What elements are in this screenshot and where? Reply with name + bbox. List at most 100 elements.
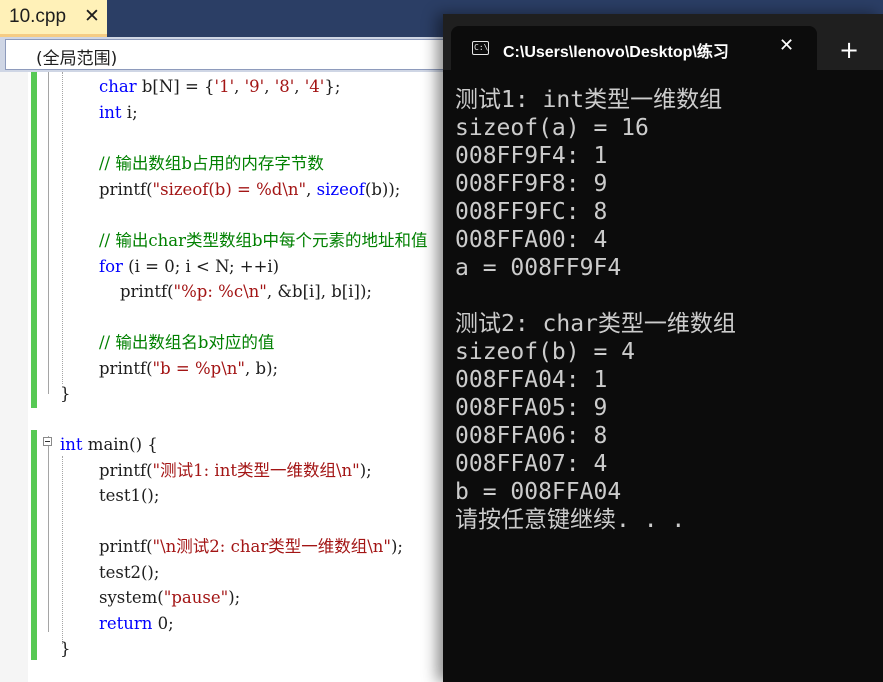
- code-line: test2();: [99, 560, 159, 585]
- terminal-line: 008FFA04: 1: [455, 367, 608, 393]
- code-token: int: [99, 103, 122, 122]
- code-token: "b = %p\n": [152, 359, 246, 378]
- code-token: printf(: [99, 180, 153, 199]
- terminal-line: 008FF9F8: 9: [455, 171, 608, 197]
- code-token: char: [99, 77, 137, 96]
- code-token: test2();: [99, 563, 160, 582]
- code-line: int i;: [99, 100, 138, 125]
- code-token: ,: [234, 77, 245, 96]
- change-bar: [31, 72, 37, 408]
- code-token: 0;: [152, 614, 174, 633]
- terminal-line: 008FF9F4: 1: [455, 143, 608, 169]
- scope-dropdown-value: (全局范围): [36, 49, 118, 69]
- code-token: , &b[i], b[i]);: [266, 282, 372, 301]
- code-line: int main() {: [60, 432, 158, 457]
- code-token: "sizeof(b) = %d\n": [152, 180, 307, 199]
- code-token: "测试1: int类型一维数组\n": [152, 461, 360, 480]
- terminal-line: b = 008FFA04: [455, 479, 622, 505]
- code-line: test1();: [99, 483, 159, 508]
- code-token: "pause": [163, 588, 229, 607]
- code-token: );: [390, 537, 403, 556]
- fold-line: [48, 72, 49, 394]
- code-token: (b));: [364, 180, 401, 199]
- code-token: for: [99, 257, 123, 276]
- terminal-line: 008FFA06: 8: [455, 423, 608, 449]
- code-token: ,: [294, 77, 305, 96]
- code-token: int: [60, 435, 83, 454]
- code-line: char b[N] = {'1', '9', '8', '4'};: [99, 74, 340, 99]
- code-token: '9': [244, 77, 265, 96]
- code-token: i;: [126, 103, 138, 122]
- terminal-line: 008FF9FC: 8: [455, 199, 608, 225]
- code-token: printf(: [99, 461, 153, 480]
- code-token: }: [60, 384, 71, 403]
- terminal-line: 测试2: char类型一维数组: [455, 311, 736, 337]
- code-line: printf("b = %p\n", b);: [99, 356, 278, 381]
- close-tab-icon[interactable]: ✕: [779, 35, 794, 56]
- code-line: return 0;: [99, 611, 174, 636]
- terminal-line: 008FFA00: 4: [455, 227, 608, 253]
- terminal-line: 测试1: int类型一维数组: [455, 87, 723, 113]
- code-token: printf(: [99, 359, 153, 378]
- code-line: system("pause");: [99, 585, 240, 610]
- code-token: // 输出数组名b对应的值: [99, 333, 275, 352]
- terminal-line: 请按任意键继续. . .: [455, 507, 686, 533]
- code-token: ,: [264, 77, 275, 96]
- code-line: printf("%p: %c\n", &b[i], b[i]);: [99, 279, 372, 304]
- terminal-line: a = 008FF9F4: [455, 255, 622, 281]
- code-token: main() {: [82, 435, 158, 454]
- code-line: printf("sizeof(b) = %d\n", sizeof(b));: [99, 177, 400, 202]
- terminal-line: 008FFA05: 9: [455, 395, 608, 421]
- code-line: // 输出数组b占用的内存字节数: [99, 151, 324, 176]
- terminal-tab-title: C:\Users\lenovo\Desktop\练习: [503, 44, 729, 61]
- fold-line: [48, 436, 49, 632]
- code-token: ,: [306, 180, 317, 199]
- terminal-window[interactable]: C:\ C:\Users\lenovo\Desktop\练习 ✕ + 测试1: …: [443, 14, 883, 682]
- code-line: // 输出char类型数组b中每个元素的地址和值: [99, 228, 428, 253]
- file-tab-label: 10.cpp: [9, 6, 67, 27]
- terminal-line: sizeof(a) = 16: [455, 115, 649, 141]
- console-icon: C:\: [472, 41, 489, 55]
- indent-guide: [62, 72, 63, 384]
- console-icon-glyph: C:\: [474, 43, 489, 52]
- collapse-main-icon[interactable]: [43, 437, 52, 446]
- terminal-line: 008FFA07: 4: [455, 451, 608, 477]
- code-token: }: [60, 639, 71, 658]
- code-editor[interactable]: char b[N] = {'1', '9', '8', '4'}; int i; /…: [0, 72, 460, 682]
- code-token: '8': [274, 77, 295, 96]
- code-token: sizeof: [316, 180, 365, 199]
- terminal-output[interactable]: 测试1: int类型一维数组 sizeof(a) = 16 008FF9F4: 10…: [455, 86, 879, 534]
- code-line: // 输出数组名b对应的值: [99, 330, 274, 355]
- code-token: '1': [214, 77, 235, 96]
- indent-guide: [62, 456, 63, 644]
- file-tab[interactable]: 10.cpp ✕: [0, 0, 107, 37]
- code-token: system(: [99, 588, 164, 607]
- code-line: printf("\n测试2: char类型一维数组\n");: [99, 534, 403, 559]
- code-token: // 输出char类型数组b中每个元素的地址和值: [99, 231, 428, 250]
- editor-margin: [0, 72, 28, 682]
- code-token: (i = 0; i < N; ++i): [122, 257, 280, 276]
- code-token: printf(: [99, 537, 153, 556]
- code-line: for (i = 0; i < N; ++i): [99, 254, 279, 279]
- code-token: "\n测试2: char类型一维数组\n": [152, 537, 391, 556]
- code-token: test1();: [99, 486, 160, 505]
- code-token: printf(: [99, 282, 174, 301]
- code-token: '4': [304, 77, 325, 96]
- change-bar: [31, 430, 37, 660]
- code-token: , b);: [245, 359, 279, 378]
- terminal-tab[interactable]: C:\ C:\Users\lenovo\Desktop\练习 ✕: [451, 26, 817, 70]
- code-token: );: [228, 588, 241, 607]
- code-token: b[N] = {: [141, 77, 215, 96]
- new-tab-button[interactable]: +: [839, 36, 859, 64]
- code-token: );: [359, 461, 372, 480]
- code-line: }: [60, 636, 71, 661]
- close-tab-icon[interactable]: ✕: [84, 5, 100, 27]
- code-line: }: [60, 381, 71, 406]
- scope-dropdown[interactable]: (全局范围): [5, 39, 465, 70]
- code-token: return: [99, 614, 153, 633]
- code-token: // 输出数组b占用的内存字节数: [99, 154, 324, 173]
- terminal-line: sizeof(b) = 4: [455, 339, 636, 365]
- code-token: };: [324, 77, 341, 96]
- terminal-titlebar: C:\ C:\Users\lenovo\Desktop\练习 ✕ +: [443, 14, 883, 70]
